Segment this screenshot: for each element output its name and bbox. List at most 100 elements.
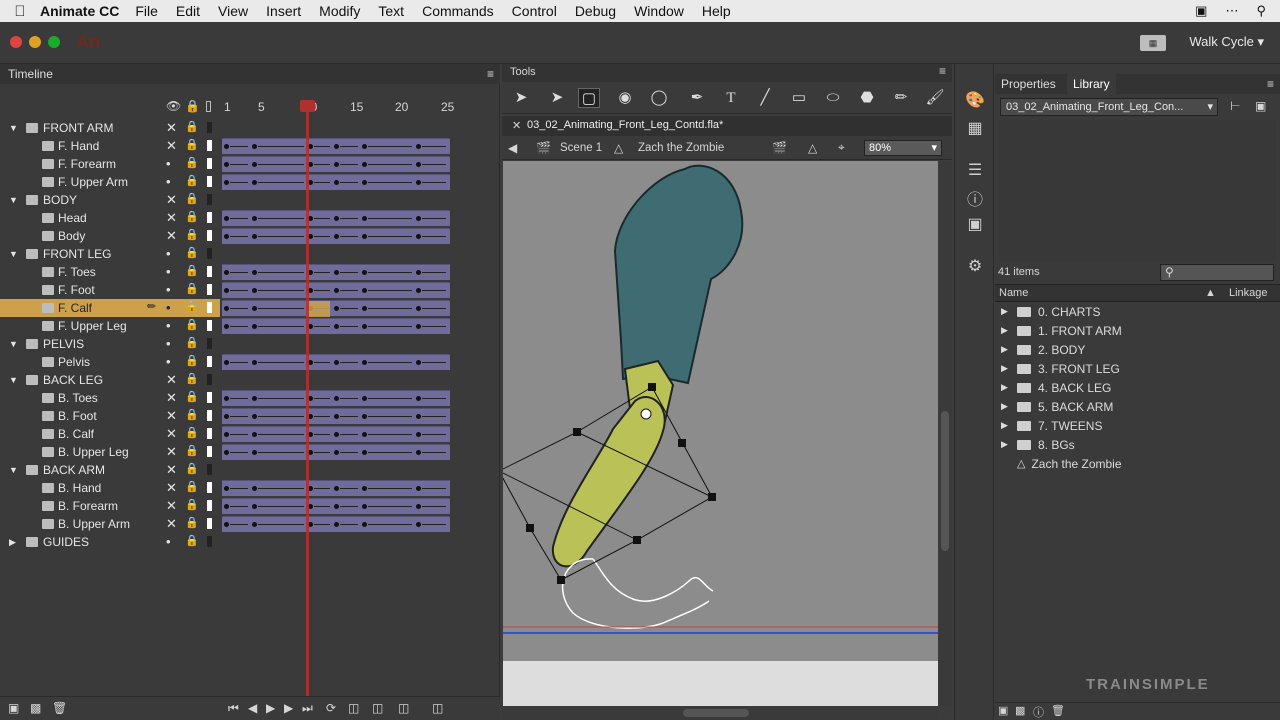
outline-swatch[interactable]: [207, 464, 212, 475]
keyframe[interactable]: [224, 486, 229, 491]
timeline-ruler[interactable]: 👁 🔒 1 5 10 15 20 25: [0, 96, 486, 118]
document-tab[interactable]: 03_02_Animating_Front_Leg_Contd.fla*: [527, 119, 723, 131]
keyframe[interactable]: [334, 270, 339, 275]
onion-outline-icon[interactable]: ◫: [372, 701, 383, 715]
disclosure-triangle-icon[interactable]: ▶: [1001, 439, 1017, 450]
text-tool-icon[interactable]: T: [720, 88, 742, 108]
keyframe[interactable]: [334, 306, 339, 311]
disclosure-triangle-icon[interactable]: ▶: [1001, 306, 1017, 317]
keyframe[interactable]: [252, 144, 257, 149]
color-panel-icon[interactable]: 🎨: [965, 90, 985, 110]
outline-swatch[interactable]: [207, 392, 212, 403]
visibility-toggle[interactable]: •: [166, 336, 171, 351]
visibility-toggle[interactable]: ✕: [166, 444, 177, 460]
lock-all-icon[interactable]: 🔒: [185, 99, 200, 113]
keyframe[interactable]: [334, 162, 339, 167]
lasso-tool-icon[interactable]: ◯: [648, 88, 670, 108]
new-library-panel-icon[interactable]: ▣: [1255, 99, 1266, 113]
3d-rotation-tool-icon[interactable]: ◉: [614, 88, 636, 108]
minimize-window-button[interactable]: [29, 36, 41, 48]
lock-icon[interactable]: 🔒: [185, 372, 199, 385]
lock-icon[interactable]: 🔒: [185, 318, 199, 331]
keyframe[interactable]: [252, 216, 257, 221]
keyframe[interactable]: [224, 288, 229, 293]
keyframe[interactable]: [416, 180, 421, 185]
frame-span[interactable]: [222, 210, 450, 226]
frame-span[interactable]: [222, 390, 450, 406]
visibility-toggle[interactable]: ✕: [166, 408, 177, 424]
keyframe[interactable]: [252, 360, 257, 365]
keyframe[interactable]: [334, 396, 339, 401]
keyframe[interactable]: [362, 396, 367, 401]
disclosure-triangle-icon[interactable]: ▼: [9, 339, 18, 349]
frame-span[interactable]: [222, 156, 450, 172]
keyframe[interactable]: [224, 144, 229, 149]
new-folder-icon[interactable]: ▩: [30, 701, 41, 715]
panel-menu-icon[interactable]: ≡: [1267, 74, 1274, 94]
lock-icon[interactable]: 🔒: [185, 264, 199, 277]
keyframe[interactable]: [362, 504, 367, 509]
layer-folder[interactable]: ▼ BACK LEG ✕ 🔒: [0, 371, 220, 389]
menu-edit[interactable]: Edit: [176, 3, 200, 19]
keyframe[interactable]: [362, 450, 367, 455]
layer-row[interactable]: Head ✕ 🔒: [0, 209, 220, 227]
keyframe[interactable]: [334, 450, 339, 455]
oval-tool-icon[interactable]: ⬭: [822, 88, 844, 108]
visibility-toggle[interactable]: •: [166, 534, 171, 549]
visibility-toggle[interactable]: •: [166, 246, 171, 261]
search-icon[interactable]: ⚲: [1256, 3, 1266, 19]
scroll-thumb[interactable]: [683, 709, 749, 717]
keyframe[interactable]: [252, 180, 257, 185]
align-icon[interactable]: ☰: [965, 160, 985, 180]
layer-row[interactable]: F. Toes • 🔒: [0, 263, 220, 281]
transform-icon[interactable]: ▣: [965, 214, 985, 234]
frame-span[interactable]: [222, 480, 450, 496]
visibility-toggle[interactable]: ✕: [166, 498, 177, 514]
last-frame-icon[interactable]: ⏭: [302, 701, 313, 716]
menu-view[interactable]: View: [218, 3, 248, 19]
keyframe[interactable]: [252, 522, 257, 527]
outline-swatch[interactable]: [207, 122, 212, 133]
outline-all-icon[interactable]: [206, 101, 211, 112]
tab-properties[interactable]: Properties: [1001, 74, 1056, 94]
visibility-toggle[interactable]: ✕: [166, 462, 177, 478]
keyframe[interactable]: [224, 234, 229, 239]
rectangle-tool-icon[interactable]: ▭: [788, 88, 810, 108]
keyframe[interactable]: [362, 306, 367, 311]
selected-frame[interactable]: [306, 301, 330, 317]
column-linkage[interactable]: Linkage: [1229, 287, 1268, 299]
edit-multiple-frames-icon[interactable]: ◫: [398, 701, 409, 715]
lock-icon[interactable]: 🔒: [185, 336, 199, 349]
menu-modify[interactable]: Modify: [319, 3, 360, 19]
keyframe[interactable]: [334, 288, 339, 293]
outline-swatch[interactable]: [207, 410, 212, 421]
more-icon[interactable]: ⋯: [1225, 3, 1238, 19]
center-stage-icon[interactable]: ⌖: [838, 140, 845, 155]
visibility-toggle[interactable]: •: [166, 174, 171, 189]
layer-folder[interactable]: ▶ GUIDES • 🔒: [0, 533, 220, 551]
lock-icon[interactable]: 🔒: [185, 282, 199, 295]
visibility-toggle[interactable]: ✕: [166, 516, 177, 532]
keyframe[interactable]: [362, 288, 367, 293]
menu-debug[interactable]: Debug: [575, 3, 616, 19]
keyframe[interactable]: [252, 414, 257, 419]
keyframe[interactable]: [252, 234, 257, 239]
symbol-label[interactable]: Zach the Zombie: [638, 142, 724, 154]
keyframe[interactable]: [252, 288, 257, 293]
disclosure-triangle-icon[interactable]: ▶: [1001, 344, 1017, 355]
edit-symbol-icon[interactable]: △: [808, 141, 817, 155]
keyframe[interactable]: [224, 360, 229, 365]
layer-row[interactable]: B. Upper Leg ✕ 🔒: [0, 443, 220, 461]
outline-swatch[interactable]: [207, 500, 212, 511]
outline-swatch[interactable]: [207, 518, 212, 529]
lock-icon[interactable]: 🔒: [185, 408, 199, 421]
layer-row[interactable]: B. Toes ✕ 🔒: [0, 389, 220, 407]
lock-icon[interactable]: 🔒: [185, 516, 199, 529]
workspace-switcher[interactable]: Walk Cycle ▾: [1189, 34, 1264, 50]
pin-icon[interactable]: ⊢: [1230, 99, 1240, 113]
keyframe[interactable]: [252, 324, 257, 329]
menu-text[interactable]: Text: [378, 3, 404, 19]
menu-insert[interactable]: Insert: [266, 3, 301, 19]
outline-swatch[interactable]: [207, 482, 212, 493]
outline-swatch[interactable]: [207, 302, 212, 313]
